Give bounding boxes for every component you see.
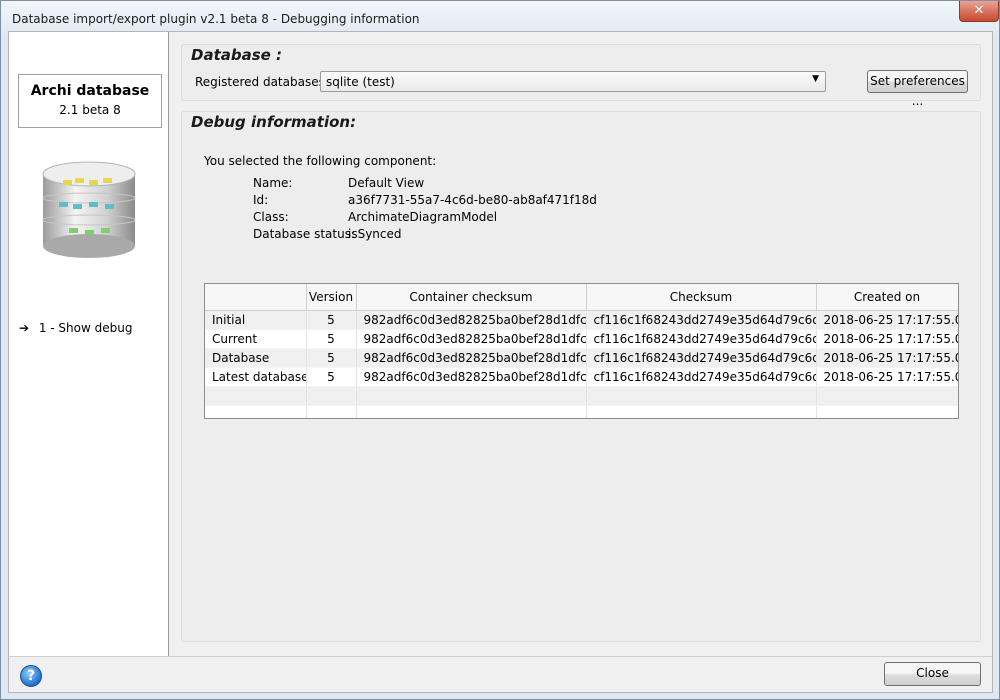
id-label: Id: [253, 193, 269, 207]
close-button[interactable]: Close [884, 662, 981, 686]
version-cell: 5 [306, 348, 357, 368]
row-name-cell: Current [205, 329, 307, 349]
column-header-checksum[interactable]: Checksum [586, 284, 817, 311]
id-value: a36f7731-55a7-4c6d-be80-ab8af471f18d [348, 193, 597, 207]
table-row[interactable]: Current 5 982adf6c0d3ed82825ba0bef28d1df… [205, 329, 958, 349]
step-label: 1 - Show debug [38, 321, 133, 335]
selected-component-intro: You selected the following component: [204, 154, 437, 168]
row-name-cell: Initial [205, 310, 307, 330]
container-checksum-cell: 982adf6c0d3ed82825ba0bef28d1dfcc [356, 367, 587, 387]
empty-table-row [205, 405, 958, 418]
window-title: Database import/export plugin v2.1 beta … [12, 12, 420, 26]
left-panel: Archi database 2.1 beta 8 ➔ 1 - Show deb… [9, 32, 169, 656]
checksum-table-grid: Version Container checksum Checksum Crea… [205, 284, 958, 418]
name-label: Name: [253, 176, 293, 190]
checksum-cell: cf116c1f68243dd2749e35d64d79c6dd [586, 348, 817, 368]
window-close-icon[interactable]: ✕ [959, 1, 999, 22]
column-header-version[interactable]: Version [306, 284, 357, 311]
version-cell: 5 [306, 329, 357, 349]
class-label: Class: [253, 210, 289, 224]
help-icon[interactable]: ? [20, 665, 42, 687]
name-value: Default View [348, 176, 425, 190]
database-group: Database : Registered databases : sqlite… [181, 44, 981, 108]
version-cell: 5 [306, 367, 357, 387]
container-checksum-cell: 982adf6c0d3ed82825ba0bef28d1dfcc [356, 329, 587, 349]
dialog-client-area: Archi database 2.1 beta 8 ➔ 1 - Show deb… [8, 31, 993, 693]
debug-information-group: Debug information: You selected the foll… [181, 111, 981, 642]
database-status-value: isSynced [348, 227, 402, 241]
version-cell: 5 [306, 310, 357, 330]
arrow-right-icon: ➔ [19, 321, 30, 335]
set-preferences-button[interactable]: Set preferences ... [867, 70, 968, 108]
dialog-button-bar: ? Close [9, 656, 992, 692]
column-header-created-on[interactable]: Created on [816, 284, 958, 311]
database-group-title: Database : [191, 46, 283, 64]
app-title: Archi database [30, 83, 150, 99]
created-on-cell: 2018-06-25 17:17:55.072 [816, 310, 958, 330]
registered-databases-label: Registered databases : [195, 75, 333, 89]
table-row[interactable]: Latest database 5 982adf6c0d3ed82825ba0b… [205, 367, 958, 387]
step-show-debug: ➔ 1 - Show debug [19, 321, 132, 335]
column-header-container-checksum[interactable]: Container checksum [356, 284, 587, 311]
created-on-cell: 2018-06-25 17:17:55.072 [816, 367, 958, 387]
row-name-cell: Database [205, 348, 307, 368]
app-logo-box: Archi database 2.1 beta 8 [18, 74, 162, 128]
table-header-row: Version Container checksum Checksum Crea… [205, 284, 958, 311]
debug-group-title: Debug information: [191, 113, 357, 131]
database-icon [42, 161, 136, 258]
app-version: 2.1 beta 8 [59, 103, 121, 117]
checksum-table[interactable]: Version Container checksum Checksum Crea… [204, 283, 959, 419]
registered-databases-select[interactable]: sqlite (test) ▼ [320, 71, 826, 92]
dialog-window: Database import/export plugin v2.1 beta … [0, 0, 1000, 700]
created-on-cell: 2018-06-25 17:17:55.072 [816, 348, 958, 368]
container-checksum-cell: 982adf6c0d3ed82825ba0bef28d1dfcc [356, 348, 587, 368]
class-value: ArchimateDiagramModel [348, 210, 498, 224]
container-checksum-cell: 982adf6c0d3ed82825ba0bef28d1dfcc [356, 310, 587, 330]
empty-table-row [205, 386, 958, 406]
checksum-cell: cf116c1f68243dd2749e35d64d79c6dd [586, 367, 817, 387]
checksum-cell: cf116c1f68243dd2749e35d64d79c6dd [586, 310, 817, 330]
main-panel: Database : Registered databases : sqlite… [181, 44, 981, 642]
column-header-name[interactable] [205, 284, 307, 311]
checksum-cell: cf116c1f68243dd2749e35d64d79c6dd [586, 329, 817, 349]
selected-database-value: sqlite (test) [326, 75, 395, 89]
created-on-cell: 2018-06-25 17:17:55.072 [816, 329, 958, 349]
database-status-label: Database status: [253, 227, 355, 241]
table-row[interactable]: Initial 5 982adf6c0d3ed82825ba0bef28d1df… [205, 310, 958, 330]
row-name-cell: Latest database [205, 367, 307, 387]
table-row[interactable]: Database 5 982adf6c0d3ed82825ba0bef28d1d… [205, 348, 958, 368]
chevron-down-icon: ▼ [812, 74, 819, 84]
